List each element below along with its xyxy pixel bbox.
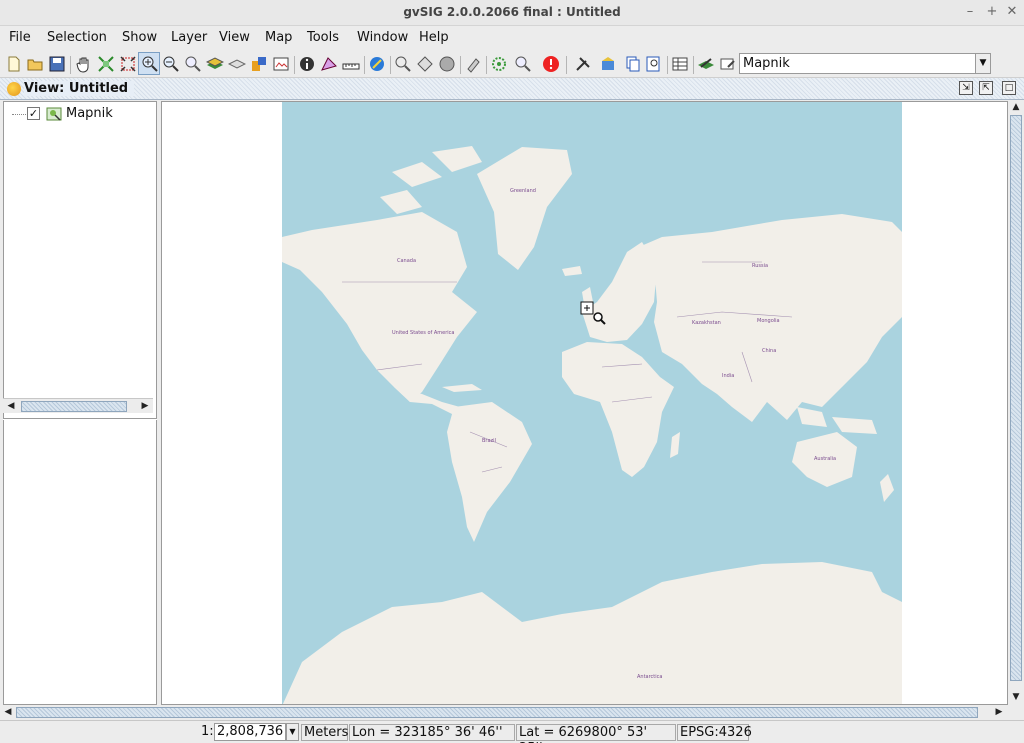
crs-label: EPSG:4326: [677, 724, 752, 741]
pan-hand-icon[interactable]: [75, 55, 93, 73]
zoom-in-icon[interactable]: [138, 52, 160, 75]
map-canvas[interactable]: United States of America Greenland Canad…: [161, 101, 1008, 705]
layer-row[interactable]: ✓ Mapnik: [4, 105, 154, 123]
menu-layer[interactable]: Layer: [171, 30, 207, 45]
map-label: Russia: [752, 263, 768, 269]
zoom-selection-icon[interactable]: [119, 55, 137, 73]
window-title: gvSIG 2.0.0.2066 final : Untitled: [403, 5, 621, 19]
view-title: View: Untitled: [24, 81, 135, 96]
scale-prefix: 1:: [201, 724, 214, 739]
map-label: Australia: [814, 456, 836, 462]
select-point-icon[interactable]: [394, 55, 412, 73]
scroll-down-icon[interactable]: ▼: [1010, 691, 1022, 704]
scroll-up-icon[interactable]: ▲: [1010, 101, 1022, 114]
restore-icon[interactable]: ⇲: [959, 81, 973, 95]
copy-icon[interactable]: [624, 55, 642, 73]
select-circle-icon[interactable]: [438, 55, 456, 73]
map-label: Canada: [397, 258, 416, 264]
zoom-out-icon[interactable]: [162, 55, 180, 73]
edit-layer-icon[interactable]: [697, 55, 715, 73]
longitude-readout: Lon = 323185° 36' 46'': [349, 724, 515, 741]
editing-tools-icon[interactable]: [719, 55, 737, 73]
close-button[interactable]: ✕: [1005, 4, 1019, 20]
map-label: Kazakhstan: [692, 320, 721, 326]
scale-input[interactable]: 2,808,736: [214, 723, 286, 741]
layer-visibility-checkbox[interactable]: ✓: [27, 107, 40, 120]
menu-show[interactable]: Show: [122, 30, 157, 45]
map-label: United States of America: [392, 330, 454, 336]
menu-tools[interactable]: Tools: [307, 30, 339, 45]
open-folder-icon[interactable]: [26, 55, 44, 73]
map-label: Mongolia: [757, 318, 780, 324]
world-map: United States of America Greenland Canad…: [282, 102, 902, 704]
map-horizontal-scrollbar[interactable]: ◀ ▶: [0, 705, 1008, 720]
error-icon[interactable]: [542, 55, 560, 73]
clear-selection-icon[interactable]: [464, 55, 482, 73]
map-label: China: [762, 348, 776, 354]
maximize-button[interactable]: +: [985, 4, 999, 20]
zoom-previous-icon[interactable]: [184, 55, 202, 73]
measure-area-icon[interactable]: [320, 55, 338, 73]
menu-selection[interactable]: Selection: [47, 30, 107, 45]
layer-name: Mapnik: [66, 106, 113, 121]
scroll-thumb[interactable]: [1010, 115, 1022, 681]
layer-combo[interactable]: Mapnik ▼: [739, 53, 991, 74]
status-bar: 1: 2,808,736 ▼ Meters Lon = 323185° 36' …: [0, 720, 1024, 743]
info-icon[interactable]: [298, 55, 316, 73]
map-label: India: [722, 373, 734, 379]
table-icon[interactable]: [671, 55, 689, 73]
latitude-readout: Lat = 6269800° 53' 25'': [516, 724, 676, 743]
toc-divider[interactable]: [3, 418, 157, 420]
title-bar: gvSIG 2.0.0.2066 final : Untitled – + ✕: [0, 0, 1024, 26]
raster-layer-icon: [46, 106, 62, 122]
chevron-down-icon[interactable]: ▼: [286, 723, 299, 741]
find-icon[interactable]: [645, 55, 663, 73]
locator-icon[interactable]: [250, 55, 268, 73]
map-label: Brazil: [482, 438, 496, 444]
view-title-bar: View: Untitled ⇲ ⇱ □: [0, 78, 1024, 100]
frame-icon[interactable]: [272, 55, 290, 73]
zoom-full-icon[interactable]: [97, 55, 115, 73]
view-icon: [7, 82, 21, 96]
scroll-thumb[interactable]: [16, 707, 978, 718]
menu-file[interactable]: File: [9, 30, 31, 45]
units-label: Meters: [301, 724, 348, 741]
toc-horizontal-scrollbar[interactable]: ◀ ▶: [3, 398, 153, 413]
layer-combo-value: Mapnik: [743, 56, 790, 71]
zoom-tool-icon[interactable]: [514, 55, 532, 73]
menu-view[interactable]: View: [219, 30, 250, 45]
menu-map[interactable]: Map: [265, 30, 292, 45]
menu-help[interactable]: Help: [419, 30, 449, 45]
scroll-left-icon[interactable]: ◀: [5, 400, 17, 413]
new-file-icon[interactable]: [5, 55, 23, 73]
select-polygon-icon[interactable]: [416, 55, 434, 73]
map-vertical-scrollbar[interactable]: ▲ ▼: [1009, 101, 1023, 705]
measure-distance-icon[interactable]: [342, 55, 360, 73]
scroll-right-icon[interactable]: ▶: [993, 706, 1005, 719]
scroll-left-icon[interactable]: ◀: [2, 706, 14, 719]
tools-icon[interactable]: [574, 55, 592, 73]
map-label: Antarctica: [637, 674, 662, 680]
chevron-down-icon[interactable]: ▼: [975, 54, 990, 73]
scroll-right-icon[interactable]: ▶: [139, 400, 151, 413]
minimize-button[interactable]: –: [963, 4, 977, 20]
map-label: Greenland: [510, 188, 536, 194]
maximize-view-icon[interactable]: □: [1002, 81, 1016, 95]
layers-icon[interactable]: [206, 55, 224, 73]
menu-bar: File Selection Show Layer View Map Tools…: [0, 26, 1024, 50]
save-icon[interactable]: [48, 55, 66, 73]
scroll-thumb[interactable]: [21, 401, 127, 412]
settings-gear-icon[interactable]: [490, 55, 508, 73]
zoom-cursor-icon: [580, 301, 606, 325]
cloud-layer-icon[interactable]: [228, 55, 246, 73]
hyperlink-icon[interactable]: [368, 55, 386, 73]
add-layer-icon[interactable]: [600, 55, 618, 73]
minimize-view-icon[interactable]: ⇱: [979, 81, 993, 95]
menu-window[interactable]: Window: [357, 30, 408, 45]
